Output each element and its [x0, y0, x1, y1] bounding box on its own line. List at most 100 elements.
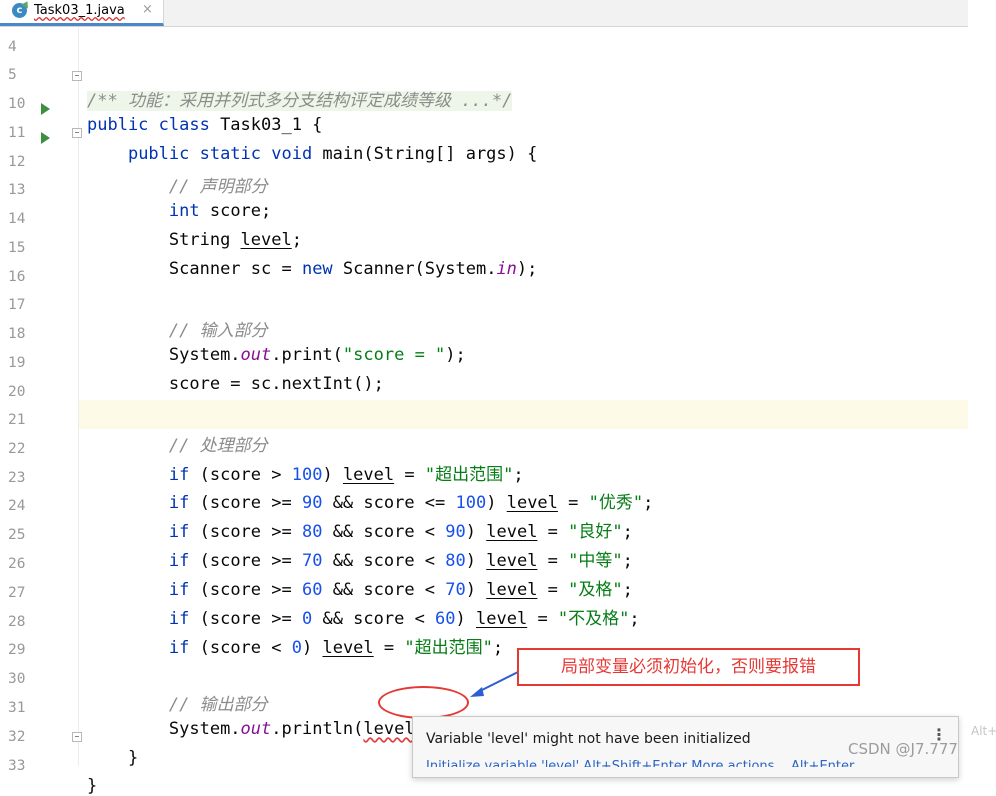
line-number: 15 — [8, 240, 26, 256]
line-number: 24 — [8, 498, 26, 514]
closing-brace: } — [87, 776, 98, 796]
editor-tab-bar: c Task03_1.java × — [0, 0, 968, 27]
annotation-callout: 局部变量必须初始化，否则要报错 — [517, 648, 860, 686]
variable-level: level — [486, 580, 538, 600]
static-field: out — [240, 345, 272, 365]
code-text: ; — [622, 580, 633, 600]
string-literal: "超出范围" — [424, 465, 514, 485]
code-line-10: public class Task03_1 { — [87, 115, 322, 135]
code-text: = — [527, 609, 558, 629]
code-text: ; — [513, 465, 524, 485]
string-literal: "超出范围" — [404, 638, 493, 658]
string-literal: "不及格" — [557, 609, 630, 629]
line-number: 26 — [8, 556, 26, 572]
code-text: = — [394, 465, 425, 485]
close-icon[interactable]: × — [142, 2, 153, 17]
code-line-26: if (score >= 60 && score < 70) level = "… — [87, 575, 633, 600]
code-line-30: // 输出部分 — [87, 690, 268, 715]
code-line-32: } — [87, 748, 138, 768]
closing-brace: } — [127, 748, 139, 768]
number-literal: 100 — [291, 465, 323, 485]
code-text: .print( — [271, 345, 343, 365]
code-text: ; — [622, 522, 633, 542]
line-number: 16 — [8, 269, 26, 285]
code-text: = — [557, 493, 589, 513]
keyword: if — [168, 493, 190, 513]
number-literal: 80 — [301, 522, 323, 542]
line-number: 18 — [8, 326, 26, 342]
code-text: && score < — [322, 551, 446, 571]
code-text: ; — [492, 638, 504, 658]
line-number: 23 — [8, 470, 26, 486]
line-number: 13 — [8, 182, 26, 198]
run-icon[interactable] — [41, 103, 50, 115]
code-text: ; — [643, 493, 654, 513]
code-text: score; — [199, 201, 272, 221]
line-number: 29 — [8, 642, 26, 658]
code-line-23: if (score >= 90 && score <= 100) level =… — [87, 488, 653, 513]
keyword: if — [168, 551, 190, 571]
code-line-5: /** 功能：采用并列式多分支结构评定成绩等级 ...*/ — [87, 86, 513, 111]
code-text: System. — [168, 345, 241, 365]
code-text: && score < — [312, 609, 436, 629]
doc-comment: /** 功能：采用并列式多分支结构评定成绩等级 ...*/ — [87, 91, 513, 111]
string-literal: "及格" — [568, 580, 623, 600]
line-number: 30 — [8, 671, 26, 687]
line-number: 21 — [8, 412, 26, 428]
code-text: .println( — [271, 719, 364, 739]
line-number: 20 — [8, 384, 26, 400]
variable-level: level — [486, 551, 538, 571]
variable-level: level — [506, 493, 558, 513]
line-number: 17 — [8, 297, 26, 313]
number-literal: 100 — [455, 493, 487, 513]
line-number: 33 — [8, 758, 26, 774]
code-text: && score < — [322, 522, 446, 542]
number-literal: 0 — [291, 638, 302, 658]
line-number: 5 — [8, 67, 17, 83]
code-line-19: score = sc.nextInt(); — [87, 374, 384, 394]
shortcut-hint: Alt+ — [971, 724, 996, 738]
code-text: = — [537, 522, 569, 542]
code-text: ) — [455, 609, 477, 629]
number-literal: 90 — [445, 522, 466, 542]
code-text: ) — [322, 465, 343, 485]
string-literal: "优秀" — [588, 493, 644, 513]
error-variable-level[interactable]: level — [363, 719, 414, 739]
right-panel-edge — [968, 0, 996, 766]
code-text: ; — [291, 230, 302, 250]
code-text: = — [373, 638, 405, 658]
tooltip-message: Variable 'level' might not have been ini… — [426, 731, 751, 747]
code-line-17: // 输入部分 — [87, 316, 268, 341]
java-class-icon: c — [12, 3, 27, 18]
code-text: ) — [301, 638, 323, 658]
keyword: if — [168, 638, 190, 658]
code-text: ); — [516, 259, 538, 279]
keyword: public class — [87, 115, 210, 135]
number-literal: 80 — [445, 551, 466, 571]
code-text: (score >= — [189, 522, 302, 542]
line-number: 14 — [8, 211, 26, 227]
code-text: ) — [465, 522, 487, 542]
keyword: int — [168, 201, 200, 221]
code-line-15: Scanner sc = new Scanner(System.in); — [87, 259, 538, 279]
code-line-11: public static void main(String[] args) { — [87, 144, 537, 164]
code-text: (score >= — [189, 493, 302, 513]
code-text: System. — [168, 719, 241, 739]
code-text: (score >= — [189, 609, 302, 629]
variable-level: level — [486, 522, 538, 542]
keyword: if — [168, 580, 190, 600]
string-literal: "良好" — [568, 522, 623, 542]
variable-level: level — [322, 638, 374, 658]
line-number-gutter: 4 5 10 11 12 13 14 15 16 17 18 19 20 21 22 23 24 25 26 27 28… — [0, 27, 82, 774]
keyword: public static void — [127, 144, 313, 164]
keyword: new — [301, 259, 333, 279]
tab-task03-1-java[interactable]: c Task03_1.java × — [0, 0, 164, 26]
tab-title[interactable]: Task03_1.java — [34, 3, 125, 18]
variable-level: level — [342, 465, 395, 485]
string-literal: "中等" — [568, 551, 623, 571]
line-number: 22 — [8, 441, 26, 457]
code-text: ; — [629, 609, 640, 629]
run-icon[interactable] — [41, 132, 50, 144]
watermark: CSDN @J7.777 — [848, 740, 958, 758]
line-number: 27 — [8, 585, 26, 601]
